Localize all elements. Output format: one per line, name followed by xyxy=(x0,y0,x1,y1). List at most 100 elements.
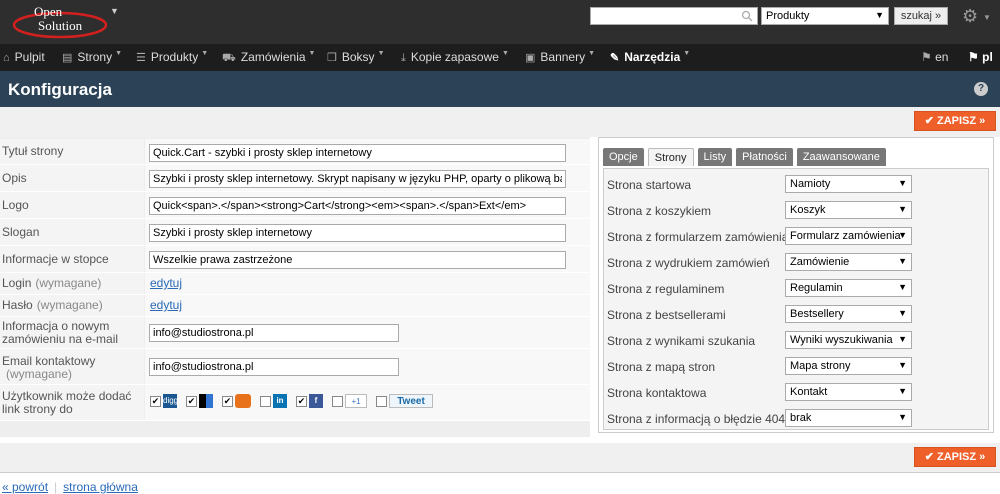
share-options: ✔ digg ✔ ✔ in ✔ f +1 Tweet xyxy=(150,394,440,408)
setting-select[interactable]: Bestsellery ▼ xyxy=(785,305,912,323)
slogan-field[interactable] xyxy=(149,224,566,242)
login-edit-link[interactable]: edytuj xyxy=(150,276,182,290)
top-bar: Open Solution ▼ Produkty ▼ szukaj » ⚙ ▼ xyxy=(0,0,1000,44)
form-row-password: Hasło (wymagane) edytuj xyxy=(0,295,590,317)
form-row-slogan: Slogan xyxy=(0,219,590,246)
desc-field[interactable] xyxy=(149,170,566,188)
page-setting-row: Strona z koszykiem Koszyk ▼ xyxy=(604,197,988,223)
page-title: Konfiguracja xyxy=(8,80,112,99)
nav-item-narzedzia[interactable]: ✎ Narzędzia ▼ xyxy=(610,50,690,64)
logo-text-bottom: Solution xyxy=(38,18,83,33)
setting-value: Kontakt xyxy=(790,386,828,398)
chevron-down-icon: ▼ xyxy=(898,256,907,266)
save-button-bottom[interactable]: ✔ ZAPISZ » xyxy=(914,447,996,467)
caret-icon: ▼ xyxy=(308,50,316,57)
setting-label: Strona startowa xyxy=(607,178,692,192)
back-link[interactable]: « powrót xyxy=(2,480,48,494)
linkedin-icon: in xyxy=(273,394,287,408)
nav-item-produkty[interactable]: ☰ Produkty ▼ xyxy=(136,50,208,64)
share-checkbox-wykop[interactable]: ✔ xyxy=(222,395,233,407)
check-icon: ✔ xyxy=(924,115,934,127)
setting-select[interactable]: Formularz zamówienia ▼ xyxy=(785,227,912,245)
setting-label: Strona z bestsellerami xyxy=(607,308,726,322)
logo[interactable]: Open Solution xyxy=(10,3,110,39)
main-nav: ⌂ Pulpit ▤ Strony ▼ ☰ Produkty ▼ ⛟ Zamówienia ▼… xyxy=(0,44,1000,71)
tab-platnosci[interactable]: Płatności xyxy=(736,148,793,166)
page-setting-row: Strona z formularzem zamówienia Formularz… xyxy=(604,223,988,249)
form-row-title: Tytuł strony xyxy=(0,139,590,165)
title-label: Tytuł strony xyxy=(0,139,144,164)
google-plus-icon: +1 xyxy=(345,394,367,408)
slogan-label: Slogan xyxy=(0,219,144,245)
footer-links: « powrót | strona główna xyxy=(2,480,138,494)
setting-select[interactable]: Namioty ▼ xyxy=(785,175,912,193)
logo-field[interactable] xyxy=(149,197,566,215)
setting-value: brak xyxy=(790,412,812,424)
form-row-desc: Opis xyxy=(0,165,590,192)
form-row-footer: Informacje w stopce xyxy=(0,246,590,273)
image-icon: ▣ xyxy=(525,52,536,64)
setting-select[interactable]: Regulamin ▼ xyxy=(785,279,912,297)
setting-select[interactable]: Kontakt ▼ xyxy=(785,383,912,401)
gear-icon[interactable]: ⚙ xyxy=(962,6,978,27)
share-checkbox-gplus[interactable] xyxy=(332,395,343,407)
facebook-icon: f xyxy=(309,394,323,408)
tab-zaawansowane[interactable]: Zaawansowane xyxy=(796,148,886,166)
chevron-down-icon: ▼ xyxy=(898,360,907,370)
lang-en[interactable]: ⚑ en xyxy=(921,50,948,64)
nav-item-kopie-zapasowe[interactable]: ⤓ Kopie zapasowe ▼ xyxy=(401,50,509,65)
setting-select[interactable]: brak ▼ xyxy=(785,409,912,427)
nav-item-pulpit[interactable]: ⌂ Pulpit xyxy=(3,50,45,64)
share-checkbox-delicious[interactable]: ✔ xyxy=(186,395,197,407)
footer-info-field[interactable] xyxy=(149,251,566,269)
required-note: (wymagane) xyxy=(36,298,103,312)
setting-label: Strona z regulaminem xyxy=(607,282,725,296)
title-field[interactable] xyxy=(149,144,566,162)
share-checkbox-facebook[interactable]: ✔ xyxy=(296,395,307,407)
nav-item-strony[interactable]: ▤ Strony ▼ xyxy=(62,50,122,64)
cart-icon: ⛟ xyxy=(222,52,236,64)
nav-label: Kopie zapasowe xyxy=(410,50,499,64)
search-category-select[interactable]: Produkty ▼ xyxy=(761,7,889,25)
chevron-down-icon: ▼ xyxy=(898,412,907,422)
pages-panel: Opcje Strony Listy Płatności Zaawansowan… xyxy=(598,137,994,433)
nav-item-bannery[interactable]: ▣ Bannery ▼ xyxy=(525,50,595,64)
password-edit-link[interactable]: edytuj xyxy=(150,298,182,312)
home-icon: ⌂ xyxy=(3,52,10,64)
form-row-share: Użytkownik może dodać link strony do ✔ d… xyxy=(0,385,590,421)
gear-dropdown-icon[interactable]: ▼ xyxy=(983,13,991,22)
home-link[interactable]: strona główna xyxy=(63,480,138,494)
lang-pl[interactable]: ⚑ pl xyxy=(968,50,993,64)
setting-select[interactable]: Wyniki wyszukiwania ▼ xyxy=(785,331,912,349)
setting-select[interactable]: Zamówienie ▼ xyxy=(785,253,912,271)
required-note: (wymagane) xyxy=(6,367,73,381)
logo-dropdown-icon[interactable]: ▼ xyxy=(110,6,119,16)
share-checkbox-digg[interactable]: ✔ xyxy=(150,395,161,407)
notify-label: Informacja o nowym zamówieniu na e-mail xyxy=(0,317,144,348)
share-checkbox-linkedin[interactable] xyxy=(260,395,271,407)
contact-email-field[interactable] xyxy=(149,358,399,376)
setting-value: Zamówienie xyxy=(790,256,850,268)
chevron-down-icon: ▼ xyxy=(898,334,907,344)
logo-label: Logo xyxy=(0,192,144,218)
search-button[interactable]: szukaj » xyxy=(894,7,948,25)
notify-email-field[interactable] xyxy=(149,324,399,342)
tab-listy[interactable]: Listy xyxy=(697,148,733,166)
nav-label: Zamówienia xyxy=(240,50,306,64)
login-label: Login (wymagane) xyxy=(0,273,144,294)
tab-opcje[interactable]: Opcje xyxy=(603,148,644,166)
tab-strony[interactable]: Strony xyxy=(647,148,694,166)
help-icon[interactable]: ? xyxy=(974,82,988,96)
nav-label: Boksy xyxy=(341,50,375,64)
nav-item-zamowienia[interactable]: ⛟ Zamówienia ▼ xyxy=(222,50,315,66)
setting-select[interactable]: Mapa strony ▼ xyxy=(785,357,912,375)
save-button-top[interactable]: ✔ ZAPISZ » xyxy=(914,111,996,131)
box-icon: ❒ xyxy=(327,52,337,64)
form-row-contact: Email kontaktowy (wymagane) xyxy=(0,349,590,385)
footer-divider xyxy=(0,472,1000,473)
share-checkbox-twitter[interactable] xyxy=(376,395,387,407)
share-label: Użytkownik może dodać link strony do xyxy=(0,385,144,420)
search-input[interactable] xyxy=(590,7,758,25)
nav-item-boksy[interactable]: ❒ Boksy ▼ xyxy=(327,50,385,64)
setting-select[interactable]: Koszyk ▼ xyxy=(785,201,912,219)
